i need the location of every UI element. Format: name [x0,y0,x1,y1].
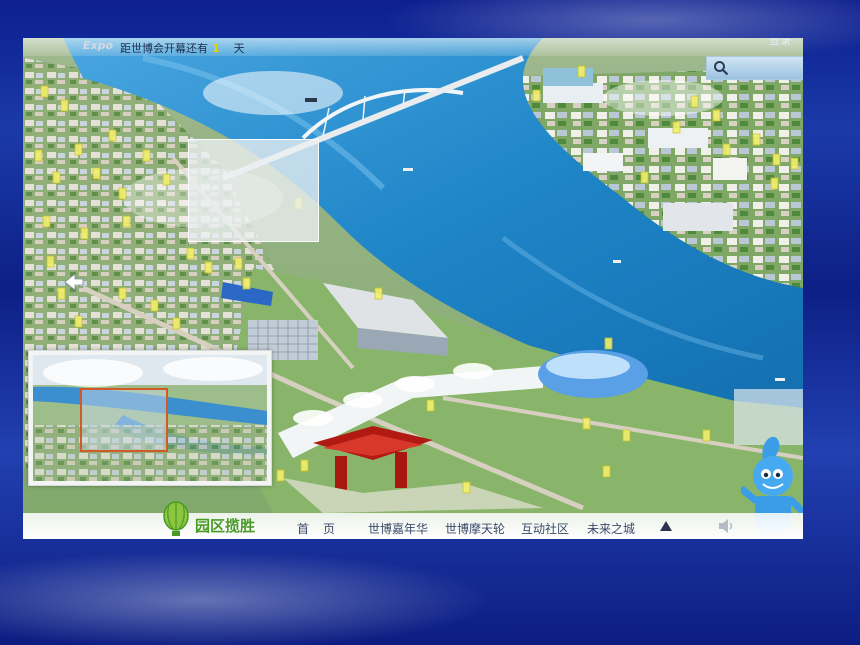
nav-home[interactable]: 首页 [297,520,349,537]
countdown-label: 距世博会开幕还有 [120,42,208,55]
nav-future-city[interactable]: 未来之城 [587,520,635,537]
minimap-viewport-frame [80,388,168,452]
info-popup-panel[interactable] [188,139,319,242]
expo-logo: Expo [83,39,114,52]
nav-ferris-wheel[interactable]: 世博摩天轮 [445,520,505,537]
back-arrow-icon[interactable] [63,271,85,293]
search-box [706,56,803,80]
overview-minimap[interactable] [28,350,272,486]
nav-community[interactable]: 互动社区 [521,520,569,537]
triangle-up-icon[interactable] [660,521,672,531]
brand-title: 园区揽胜 [195,517,256,535]
minimap-image [33,355,267,481]
countdown-days: 1 [212,42,220,55]
search-input[interactable] [731,60,801,76]
top-status-bar: Expo 距世博会开幕还有 1 天 登录 [23,38,803,56]
expo-park-map[interactable]: Expo 距世博会开幕还有 1 天 登录 园区揽胜 首页 世博嘉年华 世博摩天轮… [23,38,803,539]
speaker-icon[interactable] [717,518,735,534]
countdown-unit: 天 [233,42,245,55]
nav-expo-carnival[interactable]: 世博嘉年华 [368,520,428,537]
opening-countdown: 距世博会开幕还有 1 天 [120,40,245,56]
bottom-navigation: 园区揽胜 首页 世博嘉年华 世博摩天轮 互动社区 未来之城 [23,501,803,539]
balloon-icon [163,501,189,536]
search-icon[interactable] [713,60,729,76]
login-link[interactable]: 登录 [769,38,791,48]
